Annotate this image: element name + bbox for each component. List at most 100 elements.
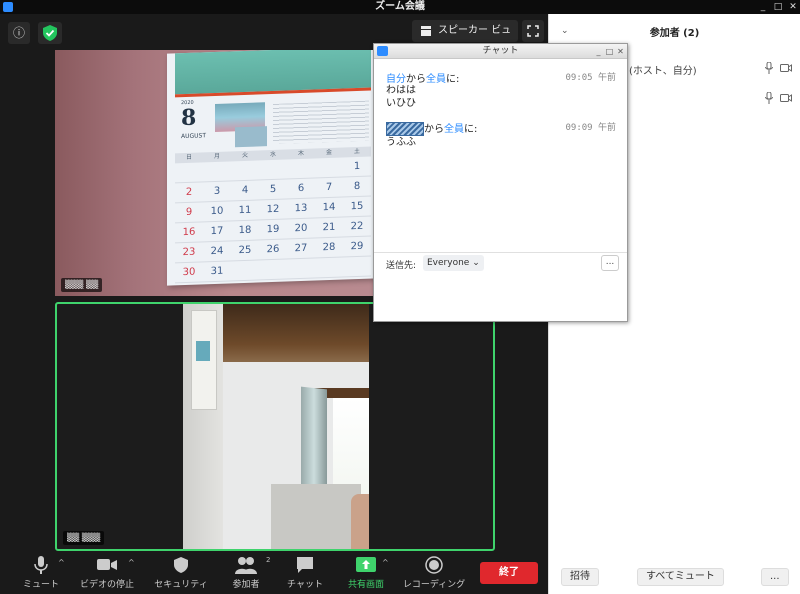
shield-icon xyxy=(174,557,188,573)
speaker-view-icon xyxy=(421,26,431,36)
video-tile-active-speaker[interactable]: ▒▒ ▒▒▒ xyxy=(55,302,495,551)
calendar-day xyxy=(343,257,371,278)
chat-minimize-button[interactable]: _ xyxy=(593,44,604,59)
video-camera-icon[interactable] xyxy=(780,94,792,102)
minimize-button[interactable]: _ xyxy=(756,0,770,14)
calendar-day xyxy=(231,260,259,281)
calendar-day: 13 xyxy=(294,202,308,215)
chat-sender[interactable]: 自分 xyxy=(386,74,406,85)
chat-recipient[interactable]: 全員 xyxy=(426,74,446,85)
calendar-day: 3 xyxy=(213,185,221,198)
calendar-day xyxy=(259,159,287,180)
chat-titlebar[interactable]: チャット _ □ ✕ xyxy=(374,44,627,59)
share-options-caret-icon[interactable]: ^ xyxy=(382,558,389,567)
calendar-day: 15 xyxy=(350,200,364,213)
encryption-shield-icon[interactable] xyxy=(38,22,62,44)
microphone-icon xyxy=(34,556,48,574)
calendar-day: 19 xyxy=(266,223,280,236)
participants-more-button[interactable]: ... xyxy=(761,568,789,586)
calendar-day: 31 xyxy=(210,265,224,278)
maximize-button[interactable]: □ xyxy=(771,0,785,14)
calendar-day: 14 xyxy=(322,201,336,214)
chat-message-input[interactable] xyxy=(382,276,619,316)
calendar-day: 2 xyxy=(185,186,193,199)
calendar-day xyxy=(175,162,203,183)
meeting-info-icon[interactable]: ⓘ xyxy=(8,22,30,44)
calendar-day: 26 xyxy=(266,243,280,256)
chat-message: から全員に: 09:09 午前 うふふ xyxy=(386,120,622,149)
chat-recipient[interactable]: 全員 xyxy=(444,124,464,135)
calendar-day xyxy=(231,160,259,181)
security-button[interactable]: セキュリティ xyxy=(150,556,212,592)
window-titlebar: ズーム会議 _ □ ✕ xyxy=(0,0,800,14)
calendar-day xyxy=(203,161,231,182)
calendar-day: 30 xyxy=(182,266,196,279)
mute-button[interactable]: ミュート ^ xyxy=(20,556,65,592)
meeting-toolbar: ミュート ^ ビデオの停止 ^ セキュリティ 参加者 2 チャット 共有画面 ^ xyxy=(0,552,548,594)
video-camera-icon[interactable] xyxy=(780,64,792,72)
calendar-day: 17 xyxy=(210,225,224,238)
fullscreen-icon xyxy=(527,25,539,37)
chat-message-text: わはは xyxy=(386,85,416,96)
calendar-day: 4 xyxy=(241,184,249,197)
share-screen-button[interactable]: 共有画面 ^ xyxy=(344,556,389,592)
calendar-grid: 日 月 火 水 木 金 土 1 2 3 4 5 6 7 8 9 10 11 12 13 14 15 16 17 1… xyxy=(175,146,371,284)
calendar-day: 1 xyxy=(353,160,361,173)
calendar-day: 10 xyxy=(210,205,224,218)
chat-more-button[interactable]: ... xyxy=(601,255,619,271)
invite-button[interactable]: 招待 xyxy=(561,568,599,586)
mute-options-caret-icon[interactable]: ^ xyxy=(58,558,65,567)
calendar-scene: 2020 8 AUGUST 日 月 火 水 木 金 土 1234 5 6 7 8… xyxy=(167,50,377,286)
participants-button[interactable]: 参加者 2 xyxy=(226,556,270,592)
chat-timestamp: 09:05 午前 xyxy=(565,73,616,83)
chat-close-button[interactable]: ✕ xyxy=(615,44,626,59)
calendar-day: 24 xyxy=(210,245,224,258)
chat-message-text: うふふ xyxy=(386,137,416,148)
chat-message: 自分から全員に: 09:05 午前 わはは いひひ xyxy=(386,70,622,110)
send-to-label: 送信先: xyxy=(386,261,417,271)
video-camera-icon xyxy=(97,559,117,570)
calendar-day xyxy=(259,259,287,280)
participants-count-badge: 2 xyxy=(266,556,271,564)
video-options-caret-icon[interactable]: ^ xyxy=(128,558,135,567)
participants-icon xyxy=(235,557,257,574)
chat-maximize-button[interactable]: □ xyxy=(604,44,615,59)
calendar-day: 18 xyxy=(238,224,252,237)
microphone-icon[interactable] xyxy=(765,62,773,74)
calendar-day: 11 xyxy=(238,204,252,217)
calendar-day xyxy=(315,258,343,279)
video-feed xyxy=(183,304,369,549)
calendar-day: 6 xyxy=(297,182,305,195)
calendar-day: 20 xyxy=(294,222,308,235)
participant-name: (ホスト、自分) xyxy=(629,66,697,77)
chat-window: チャット _ □ ✕ 自分から全員に: 09:05 午前 わはは いひひ から全… xyxy=(373,43,628,322)
chat-button[interactable]: チャット xyxy=(284,556,326,592)
microphone-icon[interactable] xyxy=(765,92,773,104)
calendar-day: 9 xyxy=(185,206,193,219)
calendar-day: 16 xyxy=(182,226,196,239)
close-button[interactable]: ✕ xyxy=(786,0,800,14)
record-icon xyxy=(425,556,443,574)
calendar-day: 12 xyxy=(266,203,280,216)
calendar-day: 5 xyxy=(269,183,277,196)
participant-name-tag: ▒▒ ▒▒▒ xyxy=(63,531,105,545)
fullscreen-button[interactable] xyxy=(522,20,544,42)
calendar-day: 22 xyxy=(350,220,364,233)
participants-footer: 招待 すべてミュート ... xyxy=(549,566,800,588)
chat-sender-redacted xyxy=(386,122,424,136)
send-to-dropdown[interactable]: Everyone ⌄ xyxy=(423,255,484,271)
stop-video-button[interactable]: ビデオの停止 ^ xyxy=(78,556,136,592)
calendar-day: 29 xyxy=(350,240,364,253)
calendar-day: 8 xyxy=(353,180,361,193)
chevron-down-icon: ⌄ xyxy=(472,258,480,268)
record-button[interactable]: レコーディング xyxy=(400,556,468,592)
end-meeting-button[interactable]: 終了 xyxy=(480,562,538,584)
calendar-day: 28 xyxy=(322,241,336,254)
chat-bubble-icon xyxy=(297,557,313,573)
calendar-day: 23 xyxy=(182,246,196,259)
chat-title: チャット xyxy=(482,46,519,56)
participant-name-tag: ▒▒▒ ▒▒ xyxy=(61,278,103,292)
calendar-day: 7 xyxy=(325,181,333,194)
mute-all-button[interactable]: すべてミュート xyxy=(637,568,724,586)
speaker-view-button[interactable]: スピーカー ビュー xyxy=(412,20,518,58)
